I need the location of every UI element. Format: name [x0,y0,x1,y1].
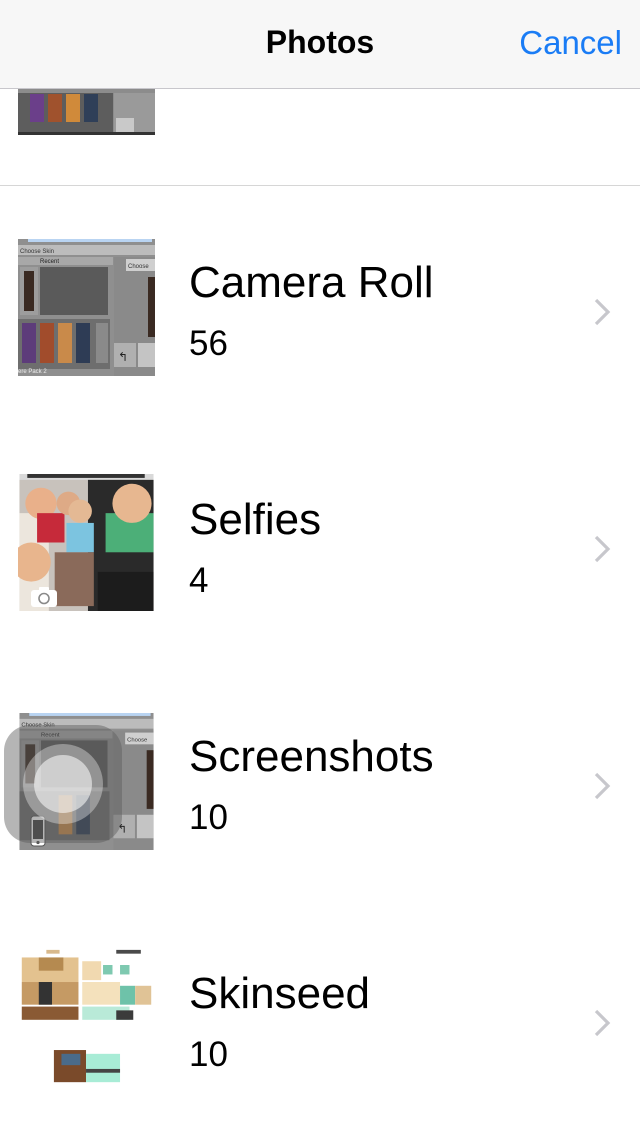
album-list: Choose Skin Recent Choose ↰ ere Pack 2 C… [0,0,640,1136]
chevron-right-icon [594,772,611,800]
svg-text:↰: ↰ [118,350,128,364]
svg-text:Choose: Choose [127,737,147,743]
skinseed-thumbnail [21,948,152,1085]
chevron-right-icon [594,535,611,563]
album-count: 4 [189,561,209,600]
chevron-right-icon [594,298,611,326]
svg-text:Recent: Recent [40,259,59,265]
thumb-text: Choose Skin [20,249,54,255]
svg-text:ere Pack 2: ere Pack 2 [18,369,47,375]
assistive-touch-inner-ring [34,755,92,813]
album-row-selfies[interactable]: Selfies 4 [0,431,640,668]
album-row-camera-roll[interactable]: Choose Skin Recent Choose ↰ ere Pack 2 C… [0,194,640,431]
cancel-button[interactable]: Cancel [519,24,622,62]
album-title: Selfies [189,495,322,544]
navigation-bar: Photos Cancel [0,0,640,89]
album-title: Skinseed [189,969,371,1018]
album-count: 10 [189,798,228,837]
chevron-right-icon [594,1009,611,1037]
front-camera-icon [31,587,57,607]
album-title: Camera Roll [189,258,434,307]
svg-text:Choose: Choose [128,264,149,270]
album-count: 56 [189,324,228,363]
assistive-touch-button[interactable] [4,725,122,843]
album-row-skinseed[interactable]: Skinseed 10 [0,905,640,1142]
album-title: Screenshots [189,732,434,781]
camera-roll-thumbnail: Choose Skin Recent Choose ↰ ere Pack 2 [18,239,155,376]
section-separator [0,185,640,186]
album-count: 10 [189,1035,228,1074]
